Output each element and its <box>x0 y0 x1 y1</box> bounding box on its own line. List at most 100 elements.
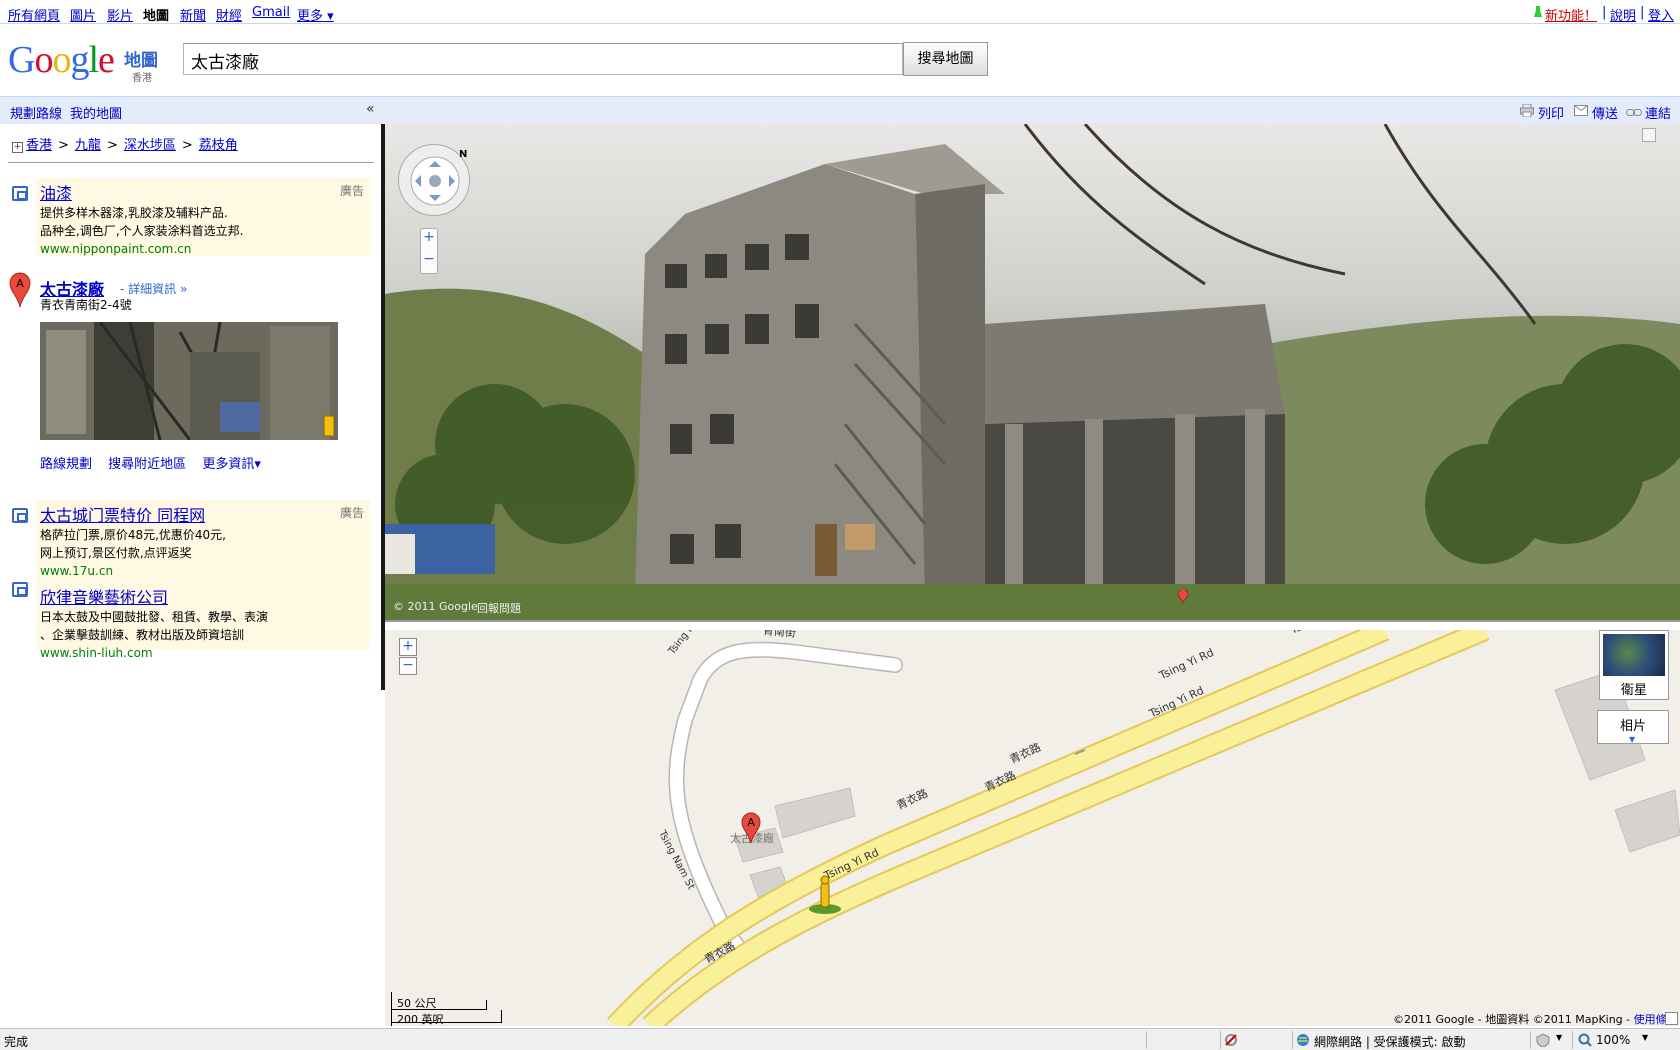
scale-imperial: 200 英呎 <box>397 1013 444 1026</box>
gbar-link-web[interactable]: 所有網頁 <box>8 5 60 24</box>
chevron-down-icon[interactable]: ▼ <box>1642 1033 1648 1042</box>
breadcrumb-item[interactable]: 荔枝角 <box>199 138 238 153</box>
map-zoom-out-button[interactable]: − <box>399 657 417 675</box>
logo-product: 地圖 <box>124 51 158 71</box>
security-zone: 網際網路 | 受保護模式: 啟動 <box>1314 1035 1466 1049</box>
sponsored-ads: 廣告 太古城门票特价 同程网 格萨拉门票,原价48元,优惠价40元, 网上预订,… <box>36 500 370 660</box>
send-link[interactable]: 傳送 <box>1592 103 1618 122</box>
streetview-map-divider[interactable] <box>385 620 1680 630</box>
map-copyright: ©2011 Google - 地圖資料 ©2011 MapKing - 使用條款 <box>1393 1011 1678 1026</box>
print-icon[interactable] <box>1520 103 1534 118</box>
results-panel: + 香港 > 九龍 > 深水埗區 > 荔枝角 廣告 油漆 提供多样木器漆,乳胶漆及辅料产品. … <box>0 124 382 1026</box>
protected-mode-icon[interactable] <box>1536 1033 1550 1048</box>
status-text: 完成 <box>4 1035 29 1049</box>
search-nearby-link[interactable]: 搜尋附近地區 <box>108 457 186 472</box>
gbar-link-videos[interactable]: 影片 <box>107 5 133 24</box>
globe-icon <box>1603 634 1665 676</box>
photos-label: 相片 <box>1619 719 1646 734</box>
map-roads <box>606 630 1680 1026</box>
map-canvas[interactable]: 青南街 Tsing Nam St Tsing Nam St Tsing Yi R… <box>385 630 1680 1026</box>
streetview-image <box>385 124 1680 620</box>
marker-letter: A <box>16 277 24 290</box>
link-icon[interactable] <box>1626 106 1642 116</box>
ad-text: 网上预订,景区付款,点评返奖 <box>40 546 192 560</box>
gbar-link-finance[interactable]: 財經 <box>216 5 242 24</box>
more-info-link[interactable]: 更多資訊▾ <box>202 457 261 472</box>
ad-text: 日本太鼓及中國鼓批發、租賃、教學、表演 <box>40 610 269 624</box>
get-directions-link[interactable]: 規劃路線 <box>10 103 62 122</box>
gbar-help[interactable]: 說明 <box>1610 5 1636 24</box>
satellite-toggle[interactable]: 衛星 <box>1599 630 1669 700</box>
streetview-copyright: © 2011 Google <box>393 600 478 613</box>
ad-title[interactable]: 太古城门票特价 同程网 <box>40 502 366 526</box>
breadcrumb-item[interactable]: 香港 <box>26 138 52 153</box>
google-maps-logo[interactable]: Google 地圖 香港 <box>8 38 168 84</box>
link-link[interactable]: 連結 <box>1645 103 1671 122</box>
photos-toggle[interactable]: 相片 ▼ <box>1597 710 1669 744</box>
email-icon[interactable] <box>1574 105 1588 116</box>
collapse-panel-button[interactable]: « <box>366 101 375 117</box>
result-actions: 路線規劃 搜尋附近地區 更多資訊▾ <box>40 453 273 472</box>
compass-label: N <box>459 149 468 160</box>
ad-label: 廣告 <box>339 184 364 198</box>
ad-text: 、企業擊鼓訓練、教材出版及師資培訓 <box>40 628 245 642</box>
map-marker-a-icon[interactable]: A <box>741 812 761 844</box>
breadcrumb-item[interactable]: 深水埗區 <box>124 138 176 153</box>
logo-region: 香港 <box>132 73 152 84</box>
browser-status-bar: 完成 網際網路 | 受保護模式: 啟動 ▼ 100% ▼ <box>0 1028 1680 1050</box>
marker-a-icon[interactable]: A <box>9 272 31 308</box>
zoom-icon[interactable] <box>1578 1033 1592 1047</box>
scale-bar: 50 公尺 200 英呎 <box>391 992 502 1026</box>
directions-link[interactable]: 路線規劃 <box>40 457 92 472</box>
streetview-pan-control[interactable]: N <box>398 144 470 216</box>
map-marker-letter: A <box>747 816 755 829</box>
expand-icon[interactable]: + <box>12 142 23 153</box>
zoom-in-icon[interactable]: + <box>421 229 437 249</box>
gbar-login[interactable]: 登入 <box>1648 5 1674 24</box>
streetview-panorama[interactable]: N + − © 2011 Google 回報問題 <box>385 124 1680 620</box>
location-marker-icon[interactable] <box>1177 589 1189 604</box>
streetview-thumbnail[interactable] <box>40 322 338 440</box>
fullscreen-icon[interactable] <box>1642 128 1656 142</box>
zoom-out-icon[interactable]: − <box>421 251 437 271</box>
scale-metric: 50 公尺 <box>397 997 437 1010</box>
gbar-link-images[interactable]: 圖片 <box>70 5 96 24</box>
breadcrumb-item[interactable]: 九龍 <box>75 138 101 153</box>
gbar-link-more[interactable]: 更多 ▾ <box>297 5 334 24</box>
ad-title[interactable]: 欣律音樂藝術公司 <box>40 584 366 608</box>
pegman-icon[interactable] <box>807 875 843 915</box>
map-zoom-in-button[interactable]: + <box>399 638 417 656</box>
my-maps-link[interactable]: 我的地圖 <box>70 103 122 122</box>
panel-toolbar: 規劃路線 我的地圖 « 列印 傳送 連結 <box>0 96 1680 124</box>
ad-url[interactable]: www.nipponpaint.com.cn <box>40 240 366 258</box>
privacy-icon[interactable] <box>1224 1033 1238 1047</box>
gbar-new-features[interactable]: 新功能！ <box>1545 5 1597 24</box>
flask-icon <box>1534 6 1542 18</box>
gbar-link-news[interactable]: 新聞 <box>180 5 206 24</box>
streetview-zoom-control: + − <box>420 228 438 274</box>
search-input[interactable]: 太古漆廠 <box>183 43 903 75</box>
resize-corner-icon[interactable] <box>1665 1012 1678 1025</box>
chevron-down-icon: ▼ <box>1629 735 1636 744</box>
ad-url[interactable]: www.shin-liuh.com <box>40 644 366 662</box>
zoom-level[interactable]: 100% <box>1596 1033 1630 1047</box>
divider <box>8 162 374 163</box>
sponsored-ad: 廣告 油漆 提供多样木器漆,乳胶漆及辅料产品. 品种全,调色厂,个人家装涂料首选… <box>36 178 370 256</box>
ad-text: 格萨拉门票,原价48元,优惠价40元, <box>40 528 226 542</box>
ad-icon <box>12 582 28 597</box>
ad-icon <box>12 186 28 201</box>
result-more-info[interactable]: - 詳細資訊 » <box>120 280 187 297</box>
map-copyright-text: ©2011 Google - 地圖資料 ©2011 MapKing - <box>1393 1013 1634 1026</box>
ad-label: 廣告 <box>339 506 364 520</box>
chevron-down-icon[interactable]: ▼ <box>1556 1033 1562 1042</box>
gbar-link-gmail[interactable]: Gmail <box>252 5 290 20</box>
ad-text: 品种全,调色厂,个人家装涂料首选立邦. <box>40 224 244 238</box>
ad-title[interactable]: 油漆 <box>40 180 366 204</box>
gbar-link-maps[interactable]: 地圖 <box>143 5 169 24</box>
logo-text: Google <box>8 39 115 81</box>
search-maps-button[interactable]: 搜尋地圖 <box>903 42 988 76</box>
ad-url[interactable]: www.17u.cn <box>40 562 366 580</box>
google-bar: 所有網頁 圖片 影片 地圖 新聞 財經 Gmail 更多 ▾ 新功能！ | 說明… <box>0 0 1680 24</box>
report-problem-link[interactable]: 回報問題 <box>477 600 521 616</box>
print-link[interactable]: 列印 <box>1538 103 1564 122</box>
